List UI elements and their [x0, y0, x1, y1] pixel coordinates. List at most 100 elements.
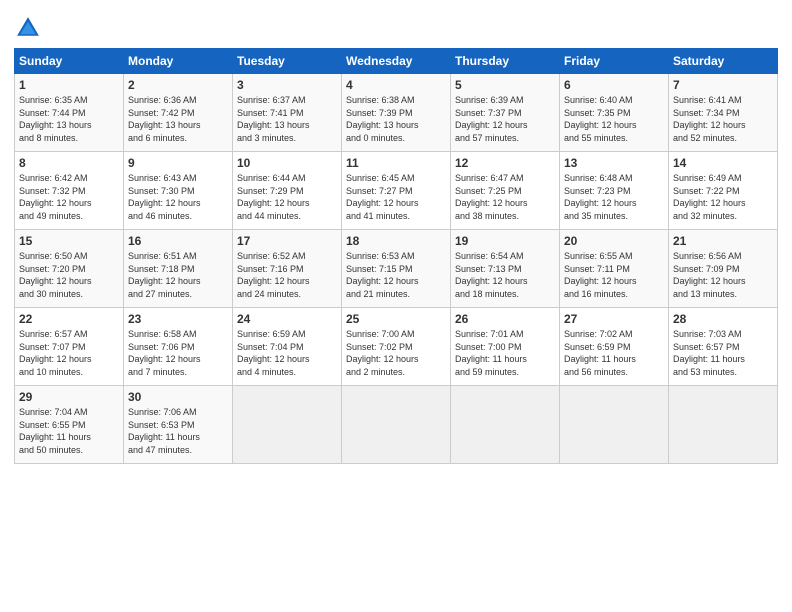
weekday-header-monday: Monday: [124, 49, 233, 74]
calendar-cell: [233, 386, 342, 464]
calendar-cell: 8Sunrise: 6:42 AM Sunset: 7:32 PM Daylig…: [15, 152, 124, 230]
calendar-week-row: 15 Sunrise: 6:50 AM Sunset: 7:20 PM Dayli…: [15, 230, 778, 308]
calendar-cell: 6Sunrise: 6:40 AM Sunset: 7:35 PM Daylig…: [560, 74, 669, 152]
day-info: Sunrise: 6:56 AM Sunset: 7:09 PM Dayligh…: [673, 250, 773, 300]
day-number: 22: [19, 312, 119, 326]
day-info: Sunrise: 6:58 AM Sunset: 7:06 PM Dayligh…: [128, 328, 228, 378]
weekday-header-tuesday: Tuesday: [233, 49, 342, 74]
calendar-table: SundayMondayTuesdayWednesdayThursdayFrid…: [14, 48, 778, 464]
calendar-cell: 1 Sunrise: 6:35 AM Sunset: 7:44 PM Daylig…: [15, 74, 124, 152]
day-number: 9: [128, 156, 228, 170]
calendar-cell: 10 Sunrise: 6:44 AM Sunset: 7:29 PM Dayli…: [233, 152, 342, 230]
day-info: Sunrise: 7:01 AM Sunset: 7:00 PM Dayligh…: [455, 328, 555, 378]
day-number: 12: [455, 156, 555, 170]
day-number: 11: [346, 156, 446, 170]
day-info: Sunrise: 7:03 AM Sunset: 6:57 PM Dayligh…: [673, 328, 773, 378]
day-number: 2: [128, 78, 228, 92]
calendar-cell: 17 Sunrise: 6:52 AM Sunset: 7:16 PM Dayli…: [233, 230, 342, 308]
calendar-cell: 24 Sunrise: 6:59 AM Sunset: 7:04 PM Dayli…: [233, 308, 342, 386]
calendar-cell: 14 Sunrise: 6:49 AM Sunset: 7:22 PM Dayli…: [669, 152, 778, 230]
day-info: Sunrise: 6:52 AM Sunset: 7:16 PM Dayligh…: [237, 250, 337, 300]
weekday-header-thursday: Thursday: [451, 49, 560, 74]
day-info: Sunrise: 7:02 AM Sunset: 6:59 PM Dayligh…: [564, 328, 664, 378]
calendar-cell: 20 Sunrise: 6:55 AM Sunset: 7:11 PM Dayli…: [560, 230, 669, 308]
day-info: Sunrise: 6:47 AM Sunset: 7:25 PM Dayligh…: [455, 172, 555, 222]
calendar-cell: 30 Sunrise: 7:06 AM Sunset: 6:53 PM Dayli…: [124, 386, 233, 464]
calendar-cell: 28Sunrise: 7:03 AM Sunset: 6:57 PM Dayli…: [669, 308, 778, 386]
day-number: 8: [19, 156, 119, 170]
calendar-cell: 2 Sunrise: 6:36 AM Sunset: 7:42 PM Daylig…: [124, 74, 233, 152]
calendar-cell: 9 Sunrise: 6:43 AM Sunset: 7:30 PM Daylig…: [124, 152, 233, 230]
calendar-cell: 29Sunrise: 7:04 AM Sunset: 6:55 PM Dayli…: [15, 386, 124, 464]
day-number: 15: [19, 234, 119, 248]
day-number: 30: [128, 390, 228, 404]
weekday-header-row: SundayMondayTuesdayWednesdayThursdayFrid…: [15, 49, 778, 74]
calendar-cell: 13Sunrise: 6:48 AM Sunset: 7:23 PM Dayli…: [560, 152, 669, 230]
day-number: 24: [237, 312, 337, 326]
day-info: Sunrise: 6:54 AM Sunset: 7:13 PM Dayligh…: [455, 250, 555, 300]
day-info: Sunrise: 7:06 AM Sunset: 6:53 PM Dayligh…: [128, 406, 228, 456]
calendar-cell: [560, 386, 669, 464]
calendar-cell: 27 Sunrise: 7:02 AM Sunset: 6:59 PM Dayli…: [560, 308, 669, 386]
day-info: Sunrise: 6:36 AM Sunset: 7:42 PM Dayligh…: [128, 94, 228, 144]
day-info: Sunrise: 6:49 AM Sunset: 7:22 PM Dayligh…: [673, 172, 773, 222]
day-number: 10: [237, 156, 337, 170]
calendar-cell: [342, 386, 451, 464]
calendar-cell: 22 Sunrise: 6:57 AM Sunset: 7:07 PM Dayli…: [15, 308, 124, 386]
calendar-week-row: 22 Sunrise: 6:57 AM Sunset: 7:07 PM Dayli…: [15, 308, 778, 386]
day-info: Sunrise: 6:35 AM Sunset: 7:44 PM Dayligh…: [19, 94, 119, 144]
header: [14, 10, 778, 42]
day-number: 17: [237, 234, 337, 248]
calendar-cell: 12 Sunrise: 6:47 AM Sunset: 7:25 PM Dayli…: [451, 152, 560, 230]
calendar-week-row: 8Sunrise: 6:42 AM Sunset: 7:32 PM Daylig…: [15, 152, 778, 230]
day-info: Sunrise: 6:44 AM Sunset: 7:29 PM Dayligh…: [237, 172, 337, 222]
day-number: 29: [19, 390, 119, 404]
weekday-header-sunday: Sunday: [15, 49, 124, 74]
calendar-cell: 5Sunrise: 6:39 AM Sunset: 7:37 PM Daylig…: [451, 74, 560, 152]
calendar-week-row: 1 Sunrise: 6:35 AM Sunset: 7:44 PM Daylig…: [15, 74, 778, 152]
day-number: 14: [673, 156, 773, 170]
day-number: 20: [564, 234, 664, 248]
day-info: Sunrise: 6:55 AM Sunset: 7:11 PM Dayligh…: [564, 250, 664, 300]
weekday-header-saturday: Saturday: [669, 49, 778, 74]
day-number: 1: [19, 78, 119, 92]
day-info: Sunrise: 6:51 AM Sunset: 7:18 PM Dayligh…: [128, 250, 228, 300]
day-info: Sunrise: 6:37 AM Sunset: 7:41 PM Dayligh…: [237, 94, 337, 144]
calendar-cell: 4 Sunrise: 6:38 AM Sunset: 7:39 PM Daylig…: [342, 74, 451, 152]
day-info: Sunrise: 6:41 AM Sunset: 7:34 PM Dayligh…: [673, 94, 773, 144]
day-info: Sunrise: 6:59 AM Sunset: 7:04 PM Dayligh…: [237, 328, 337, 378]
calendar-cell: 7 Sunrise: 6:41 AM Sunset: 7:34 PM Daylig…: [669, 74, 778, 152]
day-info: Sunrise: 6:38 AM Sunset: 7:39 PM Dayligh…: [346, 94, 446, 144]
day-info: Sunrise: 6:53 AM Sunset: 7:15 PM Dayligh…: [346, 250, 446, 300]
day-number: 21: [673, 234, 773, 248]
day-number: 7: [673, 78, 773, 92]
day-info: Sunrise: 6:40 AM Sunset: 7:35 PM Dayligh…: [564, 94, 664, 144]
day-number: 3: [237, 78, 337, 92]
day-info: Sunrise: 6:43 AM Sunset: 7:30 PM Dayligh…: [128, 172, 228, 222]
calendar-cell: 25 Sunrise: 7:00 AM Sunset: 7:02 PM Dayli…: [342, 308, 451, 386]
day-number: 5: [455, 78, 555, 92]
calendar-week-row: 29Sunrise: 7:04 AM Sunset: 6:55 PM Dayli…: [15, 386, 778, 464]
day-info: Sunrise: 7:00 AM Sunset: 7:02 PM Dayligh…: [346, 328, 446, 378]
calendar-cell: 3 Sunrise: 6:37 AM Sunset: 7:41 PM Daylig…: [233, 74, 342, 152]
day-info: Sunrise: 6:50 AM Sunset: 7:20 PM Dayligh…: [19, 250, 119, 300]
weekday-header-friday: Friday: [560, 49, 669, 74]
calendar-cell: 26 Sunrise: 7:01 AM Sunset: 7:00 PM Dayli…: [451, 308, 560, 386]
calendar-cell: 23Sunrise: 6:58 AM Sunset: 7:06 PM Dayli…: [124, 308, 233, 386]
calendar-cell: [669, 386, 778, 464]
day-info: Sunrise: 6:57 AM Sunset: 7:07 PM Dayligh…: [19, 328, 119, 378]
day-number: 16: [128, 234, 228, 248]
day-number: 26: [455, 312, 555, 326]
calendar-cell: 18Sunrise: 6:53 AM Sunset: 7:15 PM Dayli…: [342, 230, 451, 308]
calendar-cell: 15 Sunrise: 6:50 AM Sunset: 7:20 PM Dayli…: [15, 230, 124, 308]
calendar-cell: 21 Sunrise: 6:56 AM Sunset: 7:09 PM Dayli…: [669, 230, 778, 308]
day-number: 27: [564, 312, 664, 326]
logo: [14, 14, 44, 42]
page-container: SundayMondayTuesdayWednesdayThursdayFrid…: [0, 0, 792, 472]
calendar-cell: 11 Sunrise: 6:45 AM Sunset: 7:27 PM Dayli…: [342, 152, 451, 230]
day-number: 25: [346, 312, 446, 326]
day-number: 4: [346, 78, 446, 92]
day-info: Sunrise: 6:45 AM Sunset: 7:27 PM Dayligh…: [346, 172, 446, 222]
day-number: 19: [455, 234, 555, 248]
calendar-cell: 19 Sunrise: 6:54 AM Sunset: 7:13 PM Dayli…: [451, 230, 560, 308]
